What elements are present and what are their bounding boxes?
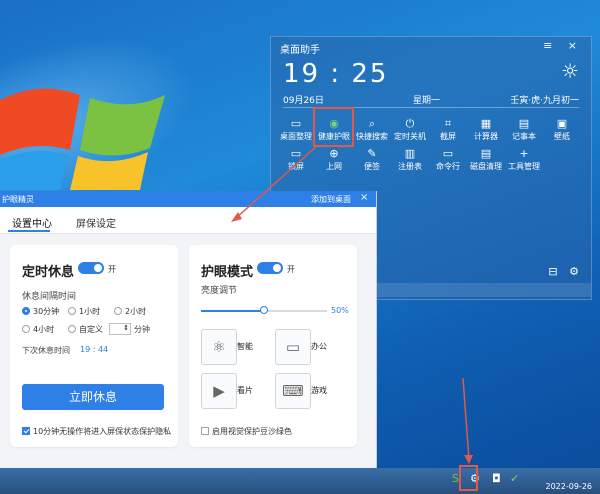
- arrow-widget-to-dialog: [235, 144, 319, 219]
- annotation-arrows: [231, 144, 473, 464]
- arrow-to-tray: [462, 377, 470, 461]
- arrow-head-2: [464, 455, 473, 464]
